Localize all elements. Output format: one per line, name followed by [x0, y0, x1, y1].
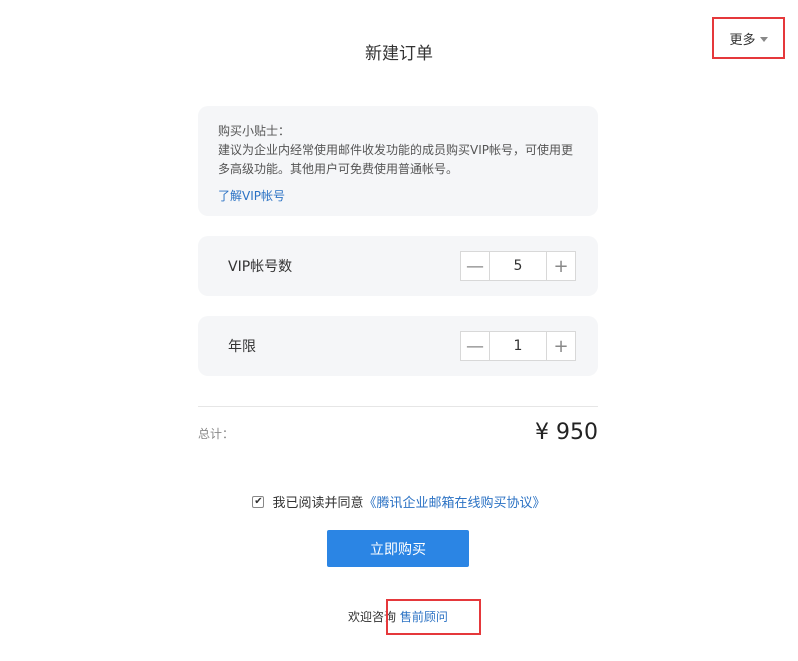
vip-count-stepper: — 5 +: [460, 251, 576, 281]
vip-count-increment-button[interactable]: +: [546, 252, 575, 280]
agreement-text: 我已阅读并同意: [272, 496, 364, 511]
years-stepper: — 1 +: [460, 331, 576, 361]
agreement-link[interactable]: 《腾讯企业邮箱在线购买协议》: [364, 492, 546, 511]
years-increment-button[interactable]: +: [546, 332, 575, 360]
learn-vip-link[interactable]: 了解VIP帐号: [218, 187, 285, 206]
more-dropdown-button[interactable]: 更多: [712, 17, 785, 59]
years-row: 年限 — 1 +: [198, 316, 598, 376]
years-label: 年限: [228, 339, 256, 355]
page-title: 新建订单: [365, 44, 433, 64]
total-label: 总计：: [198, 427, 235, 441]
more-label: 更多: [729, 32, 756, 48]
tips-body: 建议为企业内经常使用邮件收发功能的成员购买VIP帐号，可使用更多高级功能。其他用…: [218, 143, 573, 176]
vip-count-label: VIP帐号数: [228, 259, 293, 275]
agreement-checkbox[interactable]: ✔: [252, 495, 265, 508]
purchase-tips-card: 购买小贴士： 建议为企业内经常使用邮件收发功能的成员购买VIP帐号，可使用更多高…: [198, 106, 598, 216]
vip-count-row: VIP帐号数 — 5 +: [198, 236, 598, 296]
vip-count-input[interactable]: 5: [490, 252, 546, 280]
caret-down-icon: [759, 36, 768, 42]
years-decrement-button[interactable]: —: [461, 332, 490, 360]
total-price: ¥ 950: [535, 420, 598, 445]
years-input[interactable]: 1: [490, 332, 546, 360]
tips-title: 购买小贴士：: [218, 124, 291, 138]
buy-now-button[interactable]: 立即购买: [327, 530, 469, 567]
vip-count-decrement-button[interactable]: —: [461, 252, 490, 280]
agreement-row: ✔ 我已阅读并同意 《腾讯企业邮箱在线购买协议》: [0, 492, 798, 511]
divider: [198, 406, 598, 407]
highlight-box: [386, 599, 481, 635]
